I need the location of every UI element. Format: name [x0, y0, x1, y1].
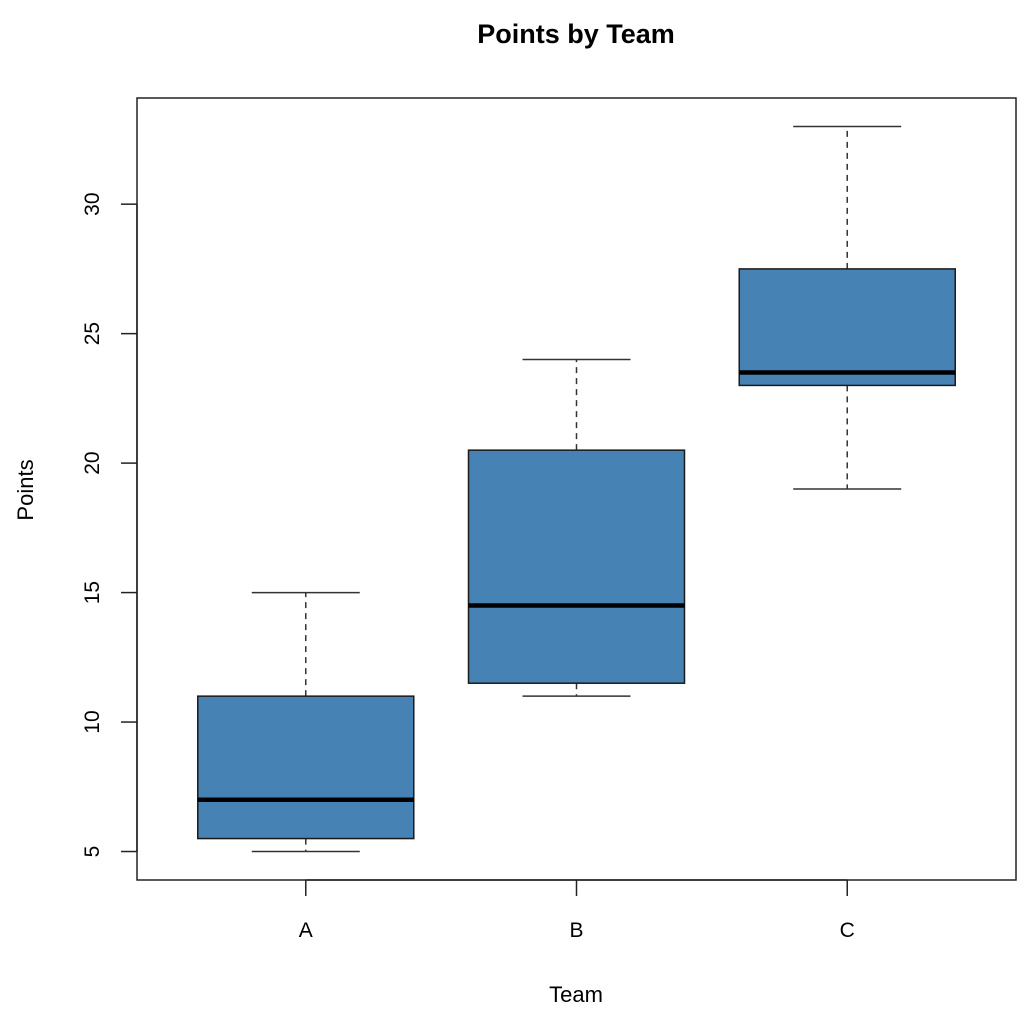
- x-axis: A B C: [299, 879, 855, 942]
- boxes: [197, 125, 956, 853]
- box-b: [467, 358, 686, 697]
- y-tick-label: 30: [81, 192, 104, 215]
- iqr-box: [467, 449, 686, 684]
- iqr-box: [738, 268, 956, 387]
- y-axis-label: Points: [13, 459, 38, 520]
- y-tick-label: 25: [81, 322, 104, 345]
- chart-title: Points by Team: [477, 19, 675, 49]
- y-tick-label: 20: [81, 451, 104, 474]
- y-tick-label: 5: [81, 846, 104, 858]
- y-tick-label: 15: [81, 581, 104, 604]
- x-tick-label: A: [299, 919, 313, 942]
- boxplot-chart: Points by Team 5 10 15 20 25 30 A B C Team Poin…: [13, 19, 1017, 1007]
- x-axis-label: Team: [549, 982, 603, 1007]
- x-tick-label: C: [840, 919, 855, 942]
- x-tick-label: B: [569, 919, 583, 942]
- box-c: [738, 125, 956, 490]
- y-tick-label: 10: [81, 710, 104, 733]
- box-a: [197, 591, 415, 853]
- iqr-box: [197, 695, 415, 840]
- y-axis: 5 10 15 20 25 30: [81, 192, 138, 858]
